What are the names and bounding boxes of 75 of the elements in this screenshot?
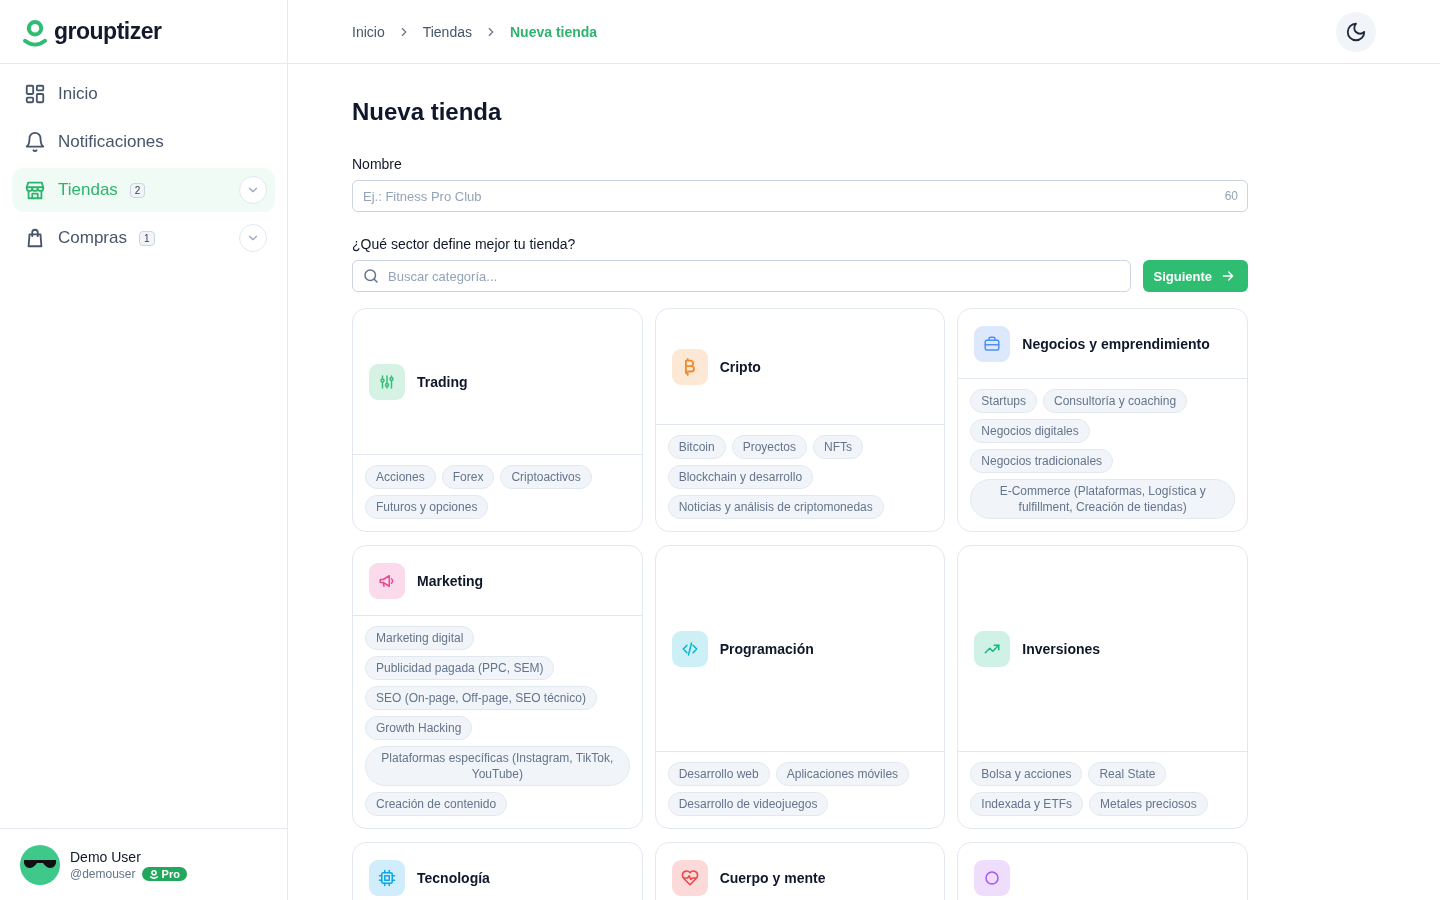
sidebar-item[interactable]: Inicio — [12, 72, 275, 116]
category-title: Negocios y emprendimiento — [1022, 335, 1210, 352]
user-name: Demo User — [70, 848, 142, 865]
subcategory-tag: Aplicaciones móviles — [775, 762, 910, 786]
category-title: Cuerpo y mente — [719, 869, 826, 886]
sidebar-item[interactable]: Tiendas 2 — [12, 168, 275, 212]
expand-button[interactable] — [239, 224, 267, 252]
category-title: Cripto — [719, 358, 761, 375]
dashboard-icon — [24, 83, 46, 105]
breadcrumb-link[interactable]: Tiendas — [422, 23, 472, 40]
subcategory-tag: Marketing digital — [365, 626, 475, 650]
sidebar-item-label: Inicio — [58, 84, 98, 104]
subcategory-tag: Desarrollo web — [667, 762, 770, 786]
logo-icon — [148, 868, 159, 879]
subcategory-tag: Acciones — [365, 465, 436, 489]
bell-icon — [24, 131, 46, 153]
category-card[interactable]: Inversiones Bolsa y acciones Real State Indexada y ETFs Metales preciosos — [957, 545, 1248, 829]
subcategory-tag: Desarrollo de videojuegos — [667, 792, 829, 816]
subcategory-tag: Real State — [1088, 762, 1167, 786]
plan-badge: Pro — [141, 866, 187, 881]
subcategory-tag: SEO (On-page, Off-page, SEO técnico) — [365, 686, 597, 710]
category-title: Trading — [417, 373, 468, 390]
subcategory-tag: Creación de contenido — [365, 792, 508, 816]
subcategory-tag: Publicidad pagada (PPC, SEM) — [365, 656, 555, 680]
count-badge: 2 — [129, 182, 146, 198]
subcategory-tag: Bitcoin — [667, 435, 726, 459]
user-handle: @demouser — [70, 866, 136, 881]
category-card[interactable]: Negocios y emprendimiento Startups Consultoría y coaching Negocios digitales Negocios tradicionales E-Commerce (Plataformas, Logística y fulfillment, Creación de tiendas) — [957, 308, 1248, 532]
category-title: Programación — [719, 640, 814, 657]
subcategory-tag: E-Commerce (Plataformas, Logística y fulfillment, Creación de tiendas) — [970, 479, 1235, 519]
subcategory-tag: Bolsa y acciones — [970, 762, 1083, 786]
subcategory-tag: NFTs — [813, 435, 864, 459]
sidebar-item[interactable]: Notificaciones — [12, 120, 275, 164]
character-counter: 60 — [1224, 189, 1238, 203]
store-icon — [24, 179, 46, 201]
category-title: Inversiones — [1022, 640, 1101, 657]
subcategory-tag: Plataformas específicas (Instagram, TikTok, YouTube) — [365, 746, 630, 786]
subcategory-tag: Noticias y análisis de criptomonedas — [667, 495, 884, 519]
sidebar-item-label: Notificaciones — [58, 132, 164, 152]
category-card[interactable]: Trading Acciones Forex Criptoactivos Futuros y opciones — [352, 308, 643, 532]
sidebar-item-label: Tiendas — [58, 180, 118, 200]
subcategory-tag: Futuros y opciones — [365, 495, 489, 519]
subcategory-tag: Consultoría y coaching — [1043, 389, 1188, 413]
brand-name: grouptizer — [54, 18, 162, 45]
sidebar-item[interactable]: Compras 1 — [12, 216, 275, 260]
search-field[interactable]: Buscar categoría... — [352, 260, 1132, 292]
category-title: Tecnología — [417, 869, 490, 886]
subcategory-tag: Negocios tradicionales — [970, 449, 1114, 473]
category-card[interactable]: Cuerpo y mente — [654, 842, 946, 900]
category-card[interactable]: Programación Desarrollo web Aplicaciones móviles Desarrollo de videojuegos — [654, 545, 946, 829]
count-badge: 1 — [138, 230, 155, 246]
subcategory-tag: Forex — [441, 465, 495, 489]
field-label: Nombre — [352, 156, 403, 172]
theme-toggle-button[interactable] — [1336, 11, 1376, 52]
arrow-right-icon — [1220, 268, 1236, 284]
subcategory-tag: Metales preciosos — [1089, 792, 1208, 816]
subcategory-tag: Negocios digitales — [970, 419, 1090, 443]
subcategory-tag: Blockchain y desarrollo — [667, 465, 814, 489]
question-label: ¿Qué sector define mejor tu tienda? — [352, 236, 577, 252]
sidebar-item-label: Compras — [58, 228, 127, 248]
page-title: Nueva tienda — [352, 98, 503, 126]
subcategory-tag: Startups — [970, 389, 1038, 413]
category-card[interactable]: Marketing Marketing digital Publicidad pagada (PPC, SEM) SEO (On-page, Off-page, SEO técnico) Growth Hacking Plataformas específicas (Instagram, TikTok, YouTube) Creación de contenido — [352, 545, 643, 829]
category-title: Marketing — [417, 572, 484, 589]
subcategory-tag: Growth Hacking — [365, 716, 473, 740]
breadcrumb-link[interactable]: Inicio — [352, 23, 385, 40]
expand-button[interactable] — [239, 176, 267, 204]
category-card[interactable]: Tecnología — [352, 842, 643, 900]
avatar — [20, 844, 60, 885]
subcategory-tag: Proyectos — [731, 435, 808, 459]
category-card[interactable]: Cripto Bitcoin Proyectos NFTs Blockchain y desarrollo Noticias y análisis de criptomonedas — [654, 308, 946, 532]
subcategory-tag: Indexada y ETFs — [970, 792, 1084, 816]
search-icon — [362, 267, 380, 285]
moon-icon — [1345, 20, 1367, 43]
subcategory-tag: Criptoactivos — [500, 465, 592, 489]
